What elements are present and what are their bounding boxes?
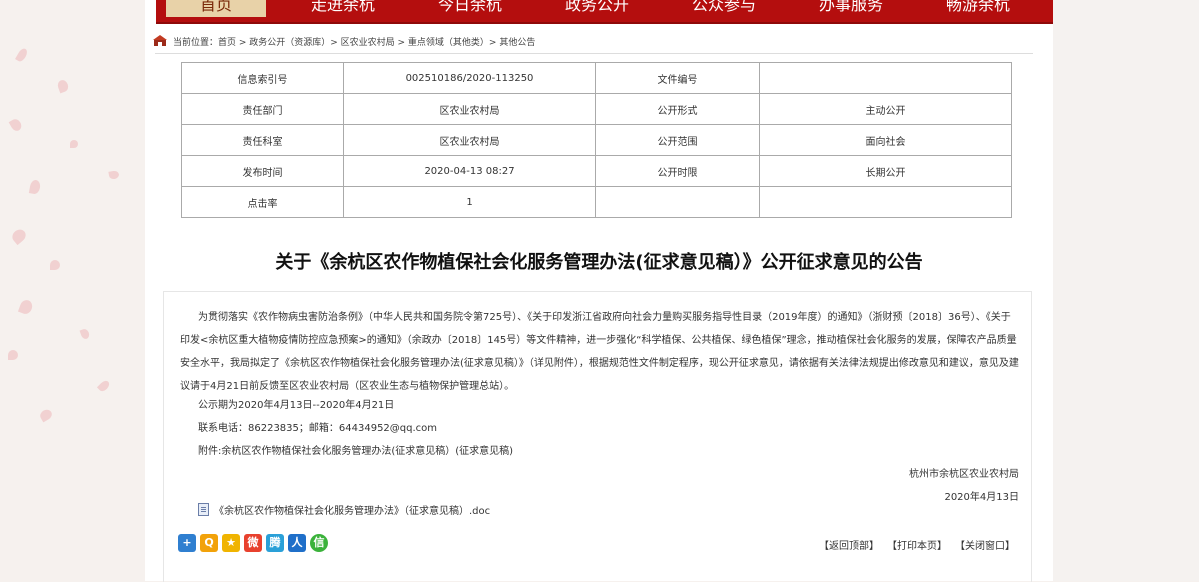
table-cell-key <box>595 186 760 218</box>
weibo-icon[interactable]: 微 <box>244 534 262 552</box>
table-cell-key: 责任部门 <box>181 93 344 125</box>
attachment-note: 附件:余杭区农作物植保社会化服务管理办法(征求意见稿）(征求意见稿) <box>198 446 514 457</box>
table-row: 责任部门 区农业农村局 公开形式 主动公开 <box>181 93 1012 125</box>
table-cell-key: 公开时限 <box>595 155 760 187</box>
nav-item-participation[interactable]: 公众参与 <box>674 0 774 17</box>
table-cell-value: 区农业农村局 <box>343 124 596 156</box>
article-paragraph: 为贯彻落实《农作物病虫害防治条例》（中华人民共和国务院令第725号）、《关于印发… <box>180 312 1019 392</box>
table-cell-key: 信息索引号 <box>181 62 344 94</box>
qzone-icon[interactable]: ★ <box>222 534 240 552</box>
table-cell-key: 点击率 <box>181 186 344 218</box>
breadcrumb: 当前位置：首页 > 政务公开（资源库）> 区农业农村局 > 重点领域（其他类）>… <box>153 33 535 49</box>
sign-date: 2020年4月13日 <box>944 492 1019 503</box>
attachment-filename[interactable]: 《余杭区农作物植保社会化服务管理办法》（征求意见稿）.doc <box>214 502 490 517</box>
period-text: 公示期为2020年4月13日--2020年4月21日 <box>198 400 395 411</box>
contact-text: 联系电话：86223835；邮箱：64434952@qq.com <box>198 423 438 434</box>
info-table: 信息索引号 002510186/2020-113250 文件编号 责任部门 区农… <box>181 62 1012 218</box>
tencent-weibo-icon[interactable]: 腾 <box>266 534 284 552</box>
renren-icon[interactable]: 人 <box>288 534 306 552</box>
nav-item-home[interactable]: 首页 <box>166 0 266 17</box>
table-cell-value: 1 <box>343 186 596 218</box>
nav-item-today[interactable]: 今日余杭 <box>420 0 520 17</box>
nav-item-about[interactable]: 走进余杭 <box>293 0 393 17</box>
table-row: 责任科室 区农业农村局 公开范围 面向社会 <box>181 124 1012 156</box>
table-row: 发布时间 2020-04-13 08:27 公开时限 长期公开 <box>181 155 1012 187</box>
nav-item-services[interactable]: 办事服务 <box>801 0 901 17</box>
nav-item-gov-open[interactable]: 政务公开 <box>547 0 647 17</box>
qq-icon[interactable]: Q <box>200 534 218 552</box>
table-cell-key: 公开范围 <box>595 124 760 156</box>
table-row: 点击率 1 <box>181 186 1012 218</box>
table-cell-value <box>759 62 1012 94</box>
divider <box>155 53 1033 54</box>
back-to-top-link[interactable]: 【返回顶部】 <box>819 537 879 552</box>
close-window-link[interactable]: 【关闭窗口】 <box>955 537 1015 552</box>
print-page-link[interactable]: 【打印本页】 <box>887 537 947 552</box>
table-cell-value: 长期公开 <box>759 155 1012 187</box>
main-nav: 首页 走进余杭 今日余杭 政务公开 公众参与 办事服务 畅游余杭 <box>156 0 1053 24</box>
table-cell-value: 2020-04-13 08:27 <box>343 155 596 187</box>
article-content: 为贯彻落实《农作物病虫害防治条例》（中华人民共和国务院令第725号）、《关于印发… <box>163 291 1032 582</box>
table-cell-value: 002510186/2020-113250 <box>343 62 596 94</box>
home-location-icon <box>153 35 167 46</box>
article-title: 关于《余杭区农作物植保社会化服务管理办法(征求意见稿）》公开征求意见的公告 <box>275 252 923 273</box>
wechat-icon[interactable]: 信 <box>310 534 328 552</box>
table-cell-key: 公开形式 <box>595 93 760 125</box>
table-cell-key: 文件编号 <box>595 62 760 94</box>
document-icon <box>198 503 209 516</box>
page-container: 首页 走进余杭 今日余杭 政务公开 公众参与 办事服务 畅游余杭 当前位置：首页… <box>145 0 1053 582</box>
table-cell-key: 发布时间 <box>181 155 344 187</box>
nav-item-tour[interactable]: 畅游余杭 <box>928 0 1028 17</box>
attachment-link[interactable]: 《余杭区农作物植保社会化服务管理办法》（征求意见稿）.doc <box>198 502 490 517</box>
table-cell-value: 区农业农村局 <box>343 93 596 125</box>
left-decoration <box>0 0 150 581</box>
page-actions: 【返回顶部】 【打印本页】 【关闭窗口】 <box>819 537 1015 552</box>
table-cell-value <box>759 186 1012 218</box>
share-more-icon[interactable]: + <box>178 534 196 552</box>
share-bar: + Q ★ 微 腾 人 信 <box>178 534 328 552</box>
breadcrumb-text[interactable]: 当前位置：首页 > 政务公开（资源库）> 区农业农村局 > 重点领域（其他类）>… <box>173 35 535 48</box>
signer: 杭州市余杭区农业农村局 <box>909 469 1019 480</box>
table-cell-value: 主动公开 <box>759 93 1012 125</box>
table-cell-value: 面向社会 <box>759 124 1012 156</box>
table-cell-key: 责任科室 <box>181 124 344 156</box>
table-row: 信息索引号 002510186/2020-113250 文件编号 <box>181 62 1012 94</box>
right-background <box>1053 0 1199 581</box>
